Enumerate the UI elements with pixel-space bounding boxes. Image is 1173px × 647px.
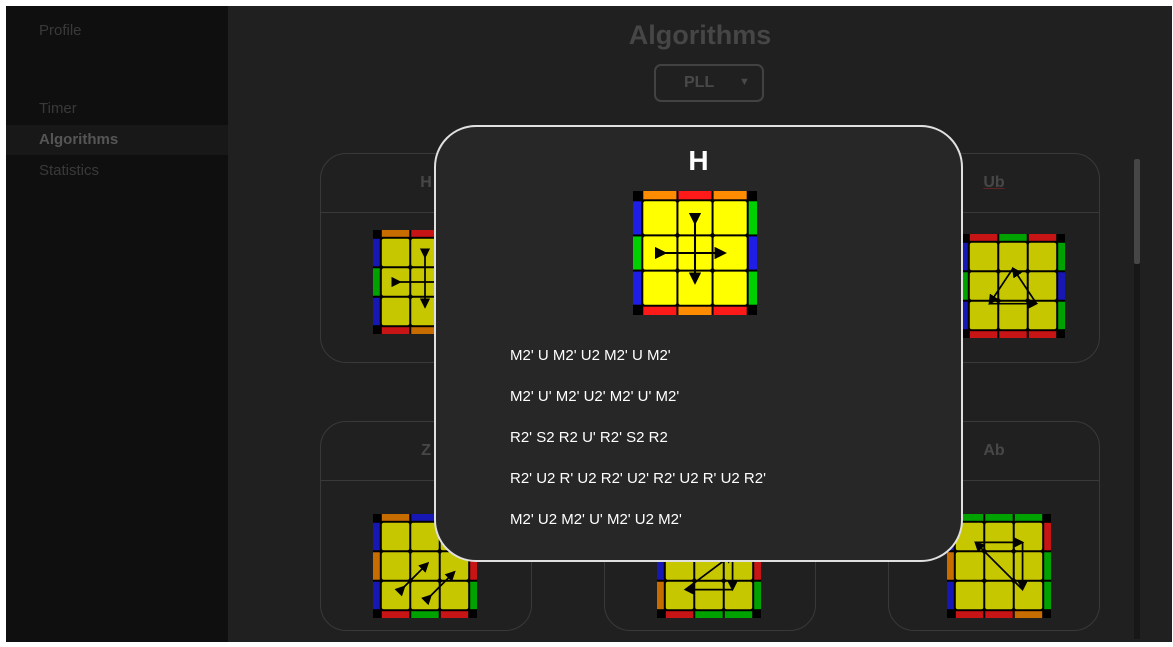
algorithm-1[interactable]: M2' U M2' U2 M2' U M2' bbox=[510, 347, 671, 364]
h-perm-diagram-icon bbox=[633, 191, 757, 315]
algorithm-2[interactable]: M2' U' M2' U2' M2' U' M2' bbox=[510, 388, 679, 405]
modal-title: H bbox=[688, 145, 709, 176]
algorithm-5[interactable]: M2' U2 M2' U' M2' U2 M2' bbox=[510, 511, 682, 528]
app-window: Profile Timer Algorithms Statistics Algo… bbox=[6, 6, 1172, 642]
algorithm-4[interactable]: R2' U2 R' U2 R2' U2' R2' U2 R' U2 R2' bbox=[510, 470, 766, 487]
algorithm-3[interactable]: R2' S2 R2 U' R2' S2 R2 bbox=[510, 429, 668, 446]
algorithm-modal: H M2' U M2' U2 M2' U M2' M2' U' M2' U2' … bbox=[434, 125, 963, 562]
